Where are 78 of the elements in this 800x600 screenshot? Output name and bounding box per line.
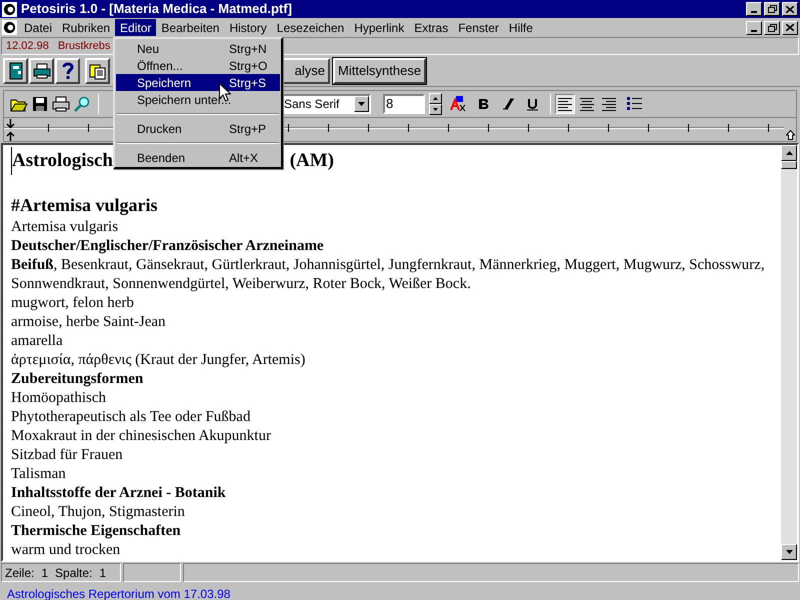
search-icon[interactable] xyxy=(74,96,90,112)
body-text: Sitzbad für Frauen xyxy=(11,446,124,465)
documents-icon xyxy=(88,62,106,80)
question-mark-icon xyxy=(62,62,74,80)
vertical-scrollbar[interactable] xyxy=(781,145,797,560)
save-icon[interactable] xyxy=(32,96,48,112)
section-heading: Thermische Eigenschaften xyxy=(11,522,182,541)
body-text: Talisman xyxy=(11,465,67,484)
book-icon xyxy=(8,62,24,80)
restore-button[interactable] xyxy=(764,20,780,34)
topic-label: Brustkrebs xyxy=(58,38,110,54)
menu-option[interactable]: Beenden Alt+X xyxy=(116,149,280,166)
body-text: Homöopathisch xyxy=(11,389,107,408)
font-dropdown[interactable]: Sans Serif xyxy=(281,94,371,114)
menu-item[interactable]: History xyxy=(224,19,272,36)
toolbar-button[interactable] xyxy=(85,58,110,84)
minimize-button[interactable] xyxy=(746,20,762,34)
status-panel xyxy=(123,563,181,582)
menu-item[interactable]: Hyperlink xyxy=(349,19,410,36)
help-button[interactable] xyxy=(55,58,80,84)
toolbar-button[interactable] xyxy=(29,58,54,84)
line-label: Zeile: xyxy=(5,564,34,582)
document-title: (AM) xyxy=(290,148,334,173)
column-value: 1 xyxy=(99,564,106,582)
menu-item[interactable]: Datei xyxy=(19,19,58,36)
printer-icon[interactable] xyxy=(52,96,70,112)
body-text: ἀρτεμισία, πάρθενις (Kraut der Jungfer, Artemis) xyxy=(11,351,306,370)
menu-item[interactable]: Fenster xyxy=(453,19,504,36)
font-size-field[interactable]: 8 xyxy=(383,94,425,114)
minimize-button[interactable] xyxy=(746,2,762,16)
body-text: mugwort, felon herb xyxy=(11,294,135,313)
menu-option[interactable]: Neu Strg+N xyxy=(116,40,280,57)
body-text: amarella xyxy=(11,332,64,351)
section-heading: Inhaltsstoffe der Arznei - Botanik xyxy=(11,484,227,503)
body-text: warm und trocken xyxy=(11,541,122,560)
menu-item[interactable]: Hilfe xyxy=(504,19,538,36)
close-button[interactable] xyxy=(782,20,798,34)
scroll-up-button[interactable] xyxy=(781,145,797,161)
body-text: Cineol, Thujon, Stigmasterin xyxy=(11,503,186,522)
toolbar-button[interactable]: Mittelsynthese xyxy=(333,58,426,84)
printer-icon xyxy=(32,62,50,78)
align-left-icon[interactable] xyxy=(555,94,575,114)
body-text: Phytotherapeutisch als Tee oder Fußbad xyxy=(11,408,252,427)
line-value: 1 xyxy=(41,564,48,582)
date-label: 12.02.98 xyxy=(6,38,49,54)
bullet-list-icon[interactable] xyxy=(627,97,642,111)
body-text: Beifuß, Besenkraut, Gänsekraut, Gürtlerkraut, Johannisgürtel, Jungfernkraut, Männerkrieg, Muggert, Mugwurz, Schosswurz, Sonnwendkraut, Sonnenwendgürtel, Weiberwurz, Roter Bock, Weißer Bock. xyxy=(11,256,766,294)
section-heading: Zubereitungsformen xyxy=(11,370,144,389)
scroll-down-button[interactable] xyxy=(781,544,797,560)
document-logo-icon[interactable] xyxy=(2,20,17,35)
body-text: armoise, herbe Saint-Jean xyxy=(11,313,167,332)
document-title: Astrologisch xyxy=(12,148,113,173)
font-color-icon[interactable] xyxy=(450,95,466,113)
body-text: Moxakraut in der chinesischen Akupunktur xyxy=(11,427,272,446)
font-size-spinner[interactable] xyxy=(429,93,442,115)
column-label: Spalte: xyxy=(55,564,92,582)
toolbar-button[interactable] xyxy=(3,58,28,84)
menu-item[interactable]: Extras xyxy=(409,19,454,36)
indent-marker-icon[interactable] xyxy=(6,119,15,141)
window-title: Petosiris 1.0 - [Materia Medica - Matmed.ptf] xyxy=(21,0,293,18)
restore-button[interactable] xyxy=(764,2,780,16)
italic-icon[interactable] xyxy=(502,98,515,110)
section-heading: Deutscher/Englischer/Französischer Arzneiname xyxy=(11,237,325,256)
document-heading: #Artemisa vulgaris xyxy=(11,194,158,217)
menu-option[interactable]: Speichern Strg+S xyxy=(116,74,280,91)
menu-item[interactable]: Lesezeichen xyxy=(272,19,350,36)
menu-option[interactable]: Speichern unter... xyxy=(116,91,280,108)
close-button[interactable] xyxy=(782,2,798,16)
bold-icon[interactable] xyxy=(478,98,490,110)
menu-item[interactable]: Editor xyxy=(115,19,156,36)
menu-item[interactable]: Bearbeiten xyxy=(156,19,224,36)
scroll-thumb[interactable] xyxy=(781,161,797,169)
menu-item[interactable]: Rubriken xyxy=(57,19,116,36)
app-logo-icon xyxy=(2,2,17,16)
underline-icon[interactable] xyxy=(527,98,538,110)
menu-option[interactable]: Drucken Strg+P xyxy=(116,120,280,137)
right-margin-icon[interactable] xyxy=(786,130,795,140)
body-text: Artemisa vulgaris xyxy=(11,218,120,237)
